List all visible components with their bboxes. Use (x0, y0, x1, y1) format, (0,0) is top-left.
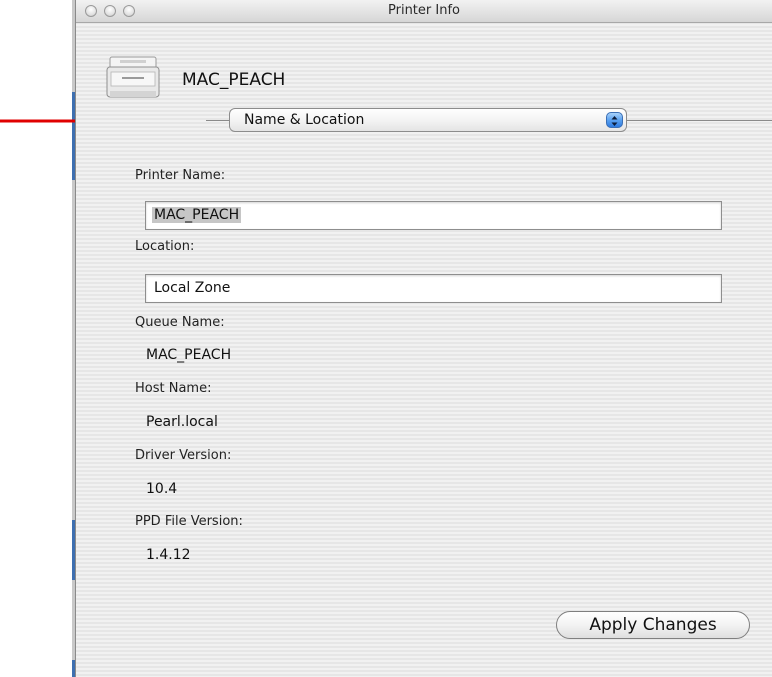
host-name-label: Host Name: (135, 381, 212, 396)
printer-icon (106, 56, 160, 98)
queue-name-label: Queue Name: (135, 315, 225, 330)
info-category-popup[interactable]: Name & Location (229, 108, 627, 132)
up-down-arrows-icon (606, 112, 623, 128)
host-name-value: Pearl.local (146, 414, 218, 430)
printer-name-label: Printer Name: (135, 168, 226, 183)
section-divider (626, 120, 772, 121)
printer-name-heading: MAC_PEACH (182, 70, 286, 90)
ppd-version-value: 1.4.12 (146, 547, 191, 563)
popup-selected-label: Name & Location (244, 112, 365, 128)
location-value: Local Zone (154, 280, 231, 296)
apply-changes-button[interactable]: Apply Changes (556, 611, 750, 639)
ppd-version-label: PPD File Version: (135, 514, 243, 529)
driver-version-label: Driver Version: (135, 448, 232, 463)
driver-version-value: 10.4 (146, 481, 178, 497)
location-field[interactable]: Local Zone (145, 274, 722, 303)
apply-changes-label: Apply Changes (589, 615, 717, 635)
printer-info-window: Printer Info MAC_PEACH Name & Location P… (75, 0, 772, 677)
printer-name-field[interactable]: MAC_PEACH (145, 201, 722, 230)
section-divider (206, 120, 230, 121)
printer-name-value: MAC_PEACH (152, 207, 242, 223)
title-bar[interactable]: Printer Info (76, 0, 772, 23)
location-label: Location: (135, 239, 195, 254)
queue-name-value: MAC_PEACH (146, 347, 232, 363)
window-title: Printer Info (388, 3, 460, 18)
